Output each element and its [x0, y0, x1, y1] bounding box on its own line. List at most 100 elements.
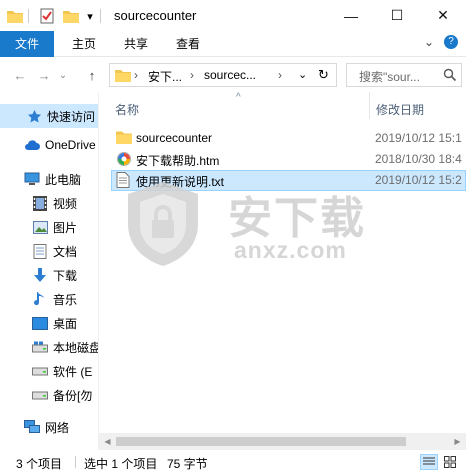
search-box[interactable]: 搜索"sour... — [346, 63, 462, 87]
chevron-down-icon: ⌄ — [424, 35, 435, 49]
file-row[interactable]: 安下载帮助.htm 2018/10/30 18:4 — [111, 149, 466, 170]
file-name: sourcecounter — [136, 131, 213, 145]
desktop-icon — [32, 315, 48, 331]
nav-item-videos[interactable]: 视频 — [0, 191, 98, 215]
nav-label: 音乐 — [53, 292, 78, 307]
sort-ascending-icon: ^ — [236, 92, 241, 103]
new-folder-icon[interactable] — [62, 7, 80, 25]
back-button[interactable]: ← — [10, 65, 30, 85]
html-file-icon — [116, 151, 132, 167]
ribbon: 文件 主页 共享 查看 ⌄ ? — [0, 31, 466, 57]
nav-label: 下载 — [53, 268, 78, 283]
breadcrumb-separator: › — [278, 68, 282, 82]
tab-share[interactable]: 共享 — [112, 31, 160, 57]
navigation-pane: 快速访问 OneDrive 此电脑 视频 图片 文档 下载 音乐 桌面 本地磁盘… — [0, 92, 98, 450]
forward-button[interactable]: → — [34, 65, 54, 85]
nav-item-backup[interactable]: 备份[勿 — [0, 383, 98, 407]
status-size: 75 字节 — [167, 457, 208, 471]
qa-dropdown-glyph: ▾ — [87, 10, 93, 23]
refresh-button[interactable]: ↻ — [318, 67, 329, 83]
file-date: 2019/10/12 15:2 — [375, 173, 462, 187]
drive-icon — [32, 363, 48, 379]
scroll-thumb[interactable] — [116, 437, 406, 446]
folder-icon — [115, 68, 131, 85]
watermark-subtext: anxz.com — [234, 237, 347, 263]
watermark: 安下载 anxz.com — [124, 180, 369, 270]
file-date: 2019/10/12 15:1 — [375, 131, 462, 145]
minimize-button[interactable]: — — [328, 0, 374, 31]
cloud-icon — [24, 137, 40, 153]
nav-label: 此电脑 — [45, 172, 82, 187]
tab-file[interactable]: 文件 — [0, 31, 54, 57]
arrow-up-icon: ↑ — [88, 67, 96, 83]
tab-home[interactable]: 主页 — [60, 31, 108, 57]
arrow-right-icon: → — [37, 67, 51, 83]
details-view-icon — [423, 457, 435, 465]
ribbon-collapse-button[interactable]: ⌄ — [424, 35, 434, 49]
nav-item-quick-access[interactable]: 快速访问 — [0, 104, 98, 128]
up-button[interactable]: ↑ — [82, 65, 102, 85]
file-list: ^ 名称 修改日期 sourcecounter 2019/10/12 15:1 … — [99, 92, 466, 450]
column-header-modified[interactable]: 修改日期 — [376, 101, 424, 118]
address-dropdown-button[interactable]: ⌄ — [298, 68, 307, 81]
qa-customize-icon[interactable]: ▾ — [84, 7, 96, 25]
nav-item-downloads[interactable]: 下载 — [0, 263, 98, 287]
nav-item-this-pc[interactable]: 此电脑 — [0, 167, 98, 191]
help-icon: ? — [448, 36, 454, 47]
address-bar[interactable]: › 安下... › sourcec... › ⌄ ↻ — [109, 63, 337, 87]
large-icons-view-icon — [444, 456, 456, 468]
nav-item-pictures[interactable]: 图片 — [0, 215, 98, 239]
nav-label: 图片 — [53, 220, 78, 235]
drive-icon — [32, 339, 48, 355]
nav-item-desktop[interactable]: 桌面 — [0, 311, 98, 335]
nav-item-local-disk[interactable]: 本地磁盘 — [0, 335, 98, 359]
nav-item-onedrive[interactable]: OneDrive — [0, 133, 98, 157]
search-icon — [443, 68, 457, 85]
breadcrumb-separator: › — [190, 68, 194, 82]
nav-label: 本地磁盘 — [53, 340, 98, 355]
nav-item-documents[interactable]: 文档 — [0, 239, 98, 263]
network-icon — [24, 419, 40, 435]
video-icon — [32, 195, 48, 211]
close-button[interactable]: ✕ — [420, 0, 466, 31]
close-icon: ✕ — [437, 7, 449, 23]
tab-view[interactable]: 查看 — [164, 31, 212, 57]
help-button[interactable]: ? — [444, 35, 458, 49]
recent-locations-button[interactable]: ⌄ — [56, 65, 70, 85]
file-date: 2018/10/30 18:4 — [375, 152, 462, 166]
scroll-left-button[interactable]: ◀ — [99, 435, 116, 448]
maximize-button[interactable]: ☐ — [374, 0, 420, 31]
status-divider — [75, 456, 76, 468]
large-icons-view-button[interactable] — [441, 454, 459, 470]
qa-divider — [28, 9, 29, 23]
computer-icon — [24, 171, 40, 187]
breadcrumb-segment[interactable]: 安下... — [148, 68, 182, 85]
details-view-button[interactable] — [420, 454, 438, 470]
nav-label: 视频 — [53, 196, 78, 211]
nav-label: 备份[勿 — [53, 388, 93, 403]
nav-item-drive-e[interactable]: 软件 (E — [0, 359, 98, 383]
column-divider[interactable] — [369, 92, 370, 119]
window-title: sourcecounter — [114, 8, 197, 23]
search-input[interactable]: 搜索"sour... — [359, 68, 420, 85]
file-row[interactable]: sourcecounter 2019/10/12 15:1 — [111, 128, 466, 149]
arrow-left-icon: ← — [13, 67, 27, 83]
music-icon — [32, 291, 48, 307]
breadcrumb-segment[interactable]: sourcec... — [204, 68, 256, 82]
title-bar: ▾ sourcecounter — ☐ ✕ — [0, 0, 466, 31]
properties-icon[interactable] — [38, 7, 56, 25]
nav-label: 网络 — [45, 420, 70, 435]
file-name: 安下载帮助.htm — [136, 154, 220, 168]
nav-label: OneDrive — [45, 138, 96, 152]
horizontal-scrollbar[interactable]: ◀ ▶ — [99, 433, 466, 450]
nav-item-network[interactable]: 网络 — [0, 415, 98, 439]
status-selection: 选中 1 个项目 — [84, 457, 158, 471]
drive-icon — [32, 387, 48, 403]
scroll-right-button[interactable]: ▶ — [449, 435, 466, 448]
shield-watermark-icon — [128, 182, 198, 266]
column-header-name[interactable]: 名称 — [115, 101, 139, 118]
nav-label: 软件 (E — [53, 364, 93, 379]
status-bar: 3 个项目 选中 1 个项目 75 字节 — [0, 450, 466, 474]
minimize-icon: — — [344, 7, 358, 24]
nav-item-music[interactable]: 音乐 — [0, 287, 98, 311]
